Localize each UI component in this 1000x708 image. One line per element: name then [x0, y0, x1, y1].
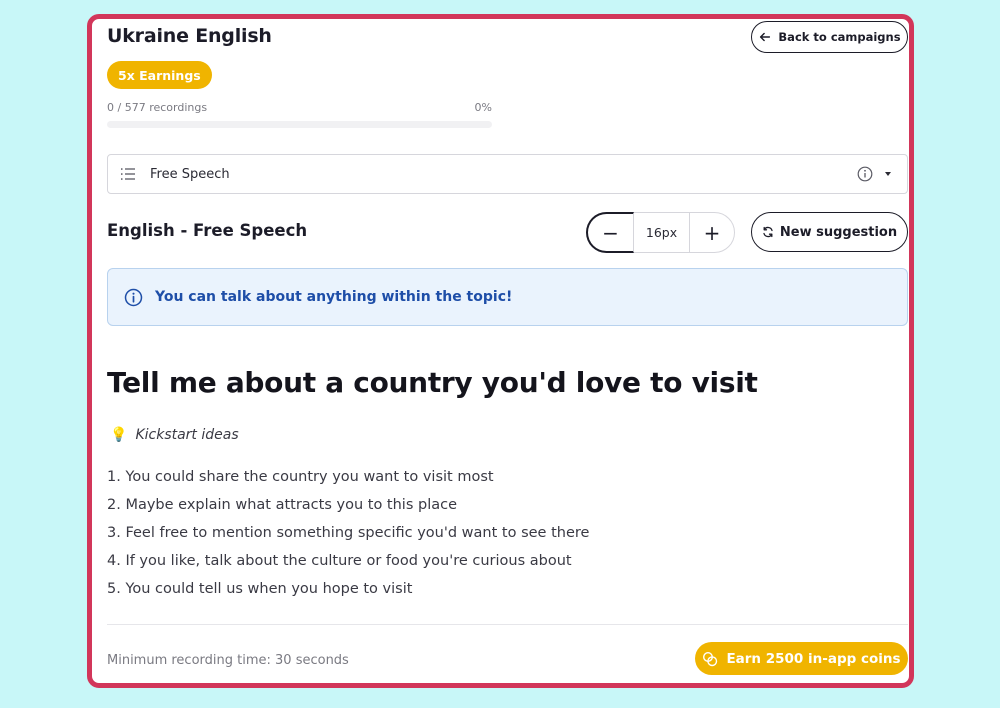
arrow-left-icon [760, 32, 771, 42]
new-suggestion-button[interactable]: New suggestion [751, 212, 908, 252]
card-content: Ukraine English Back to campaigns 5x Ear… [102, 19, 908, 683]
notice-text: You can talk about anything within the t… [155, 289, 513, 305]
topic-select-value: Free Speech [150, 166, 230, 182]
recording-card: Ukraine English Back to campaigns 5x Ear… [87, 14, 914, 688]
ideas-list: 1. You could share the country you want … [107, 467, 589, 607]
info-icon [124, 288, 143, 306]
font-size-value: 16px [634, 213, 690, 252]
refresh-icon [763, 226, 773, 238]
list-item: 5. You could tell us when you hope to vi… [107, 581, 413, 597]
progress-percent: 0% [474, 101, 492, 114]
footer-divider [107, 624, 908, 625]
prompt-title: Tell me about a country you'd love to vi… [107, 366, 758, 399]
lightbulb-icon: 💡 [110, 427, 128, 443]
back-to-campaigns-button[interactable]: Back to campaigns [751, 21, 908, 53]
kickstart-label: Kickstart ideas [135, 427, 239, 443]
progress-bar [107, 121, 492, 128]
earnings-badge: 5x Earnings [107, 61, 212, 89]
campaign-title: Ukraine English [107, 25, 272, 47]
topic-select[interactable]: Free Speech [107, 154, 908, 194]
back-button-label: Back to campaigns [778, 30, 901, 44]
new-suggestion-label: New suggestion [779, 224, 898, 240]
font-size-stepper: − 16px + [586, 212, 735, 253]
earn-coins-button[interactable]: Earn 2500 in-app coins [695, 642, 908, 675]
list-item: 3. Feel free to mention something specif… [107, 525, 590, 541]
decrease-font-button[interactable]: − [586, 212, 634, 253]
earn-coins-label: Earn 2500 in-app coins [726, 650, 901, 667]
info-icon[interactable] [857, 166, 873, 182]
list-icon [121, 168, 135, 180]
list-item: 1. You could share the country you want … [107, 469, 494, 485]
list-item: 4. If you like, talk about the culture o… [107, 553, 572, 569]
increase-font-button[interactable]: + [690, 213, 734, 252]
kickstart-heading: 💡 Kickstart ideas [110, 427, 239, 443]
coins-icon [703, 651, 718, 666]
topic-notice: You can talk about anything within the t… [107, 268, 908, 326]
list-item: 2. Maybe explain what attracts you to th… [107, 497, 457, 513]
section-title: English - Free Speech [107, 221, 308, 240]
minimum-recording-time: Minimum recording time: 30 seconds [107, 653, 349, 668]
chevron-down-icon[interactable] [885, 172, 891, 176]
progress-count: 0 / 577 recordings [107, 101, 208, 114]
